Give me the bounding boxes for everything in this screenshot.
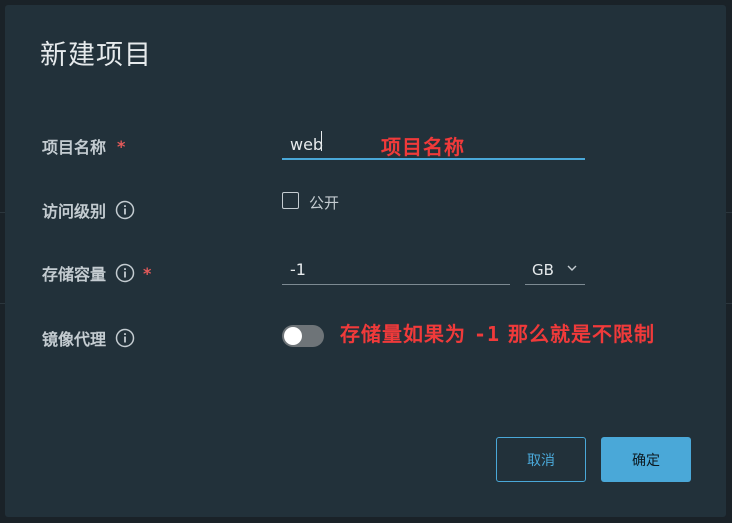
storage-annotation-suffix: 那么就是不限制 bbox=[508, 322, 656, 346]
storage-unit-value: GB bbox=[532, 260, 554, 279]
storage-annotation: 存储量如果为 -1 那么就是不限制 bbox=[340, 318, 655, 347]
required-mark: * bbox=[143, 263, 152, 283]
info-icon[interactable] bbox=[115, 263, 135, 283]
public-checkbox-label[interactable]: 公开 bbox=[309, 192, 339, 213]
access-level-label: 访问级别 bbox=[42, 197, 141, 223]
text-caret bbox=[321, 131, 322, 151]
dialog-title: 新建项目 bbox=[40, 40, 152, 71]
proxy-cache-label: 镜像代理 bbox=[42, 325, 141, 351]
name-annotation: 项目名称 bbox=[381, 135, 465, 159]
proxy-cache-toggle[interactable] bbox=[282, 325, 324, 347]
storage-unit-select[interactable]: GB bbox=[525, 255, 585, 285]
storage-annotation-prefix: 存储量如果为 bbox=[340, 322, 466, 346]
required-mark: * bbox=[117, 136, 126, 156]
access-level-label-text: 访问级别 bbox=[42, 202, 107, 221]
ok-button[interactable]: 确定 bbox=[601, 437, 691, 482]
storage-quota-input[interactable] bbox=[282, 255, 510, 285]
storage-annotation-value: -1 bbox=[473, 322, 501, 346]
project-name-label-text: 项目名称 bbox=[42, 138, 107, 157]
chevron-down-icon bbox=[567, 265, 577, 271]
storage-quota-label-text: 存储容量 bbox=[42, 265, 107, 284]
storage-quota-label: 存储容量 * bbox=[42, 260, 151, 286]
project-name-label: 项目名称 * bbox=[42, 133, 125, 159]
info-icon[interactable] bbox=[115, 328, 135, 348]
proxy-cache-label-text: 镜像代理 bbox=[42, 330, 107, 349]
public-checkbox[interactable] bbox=[282, 192, 299, 209]
cancel-button[interactable]: 取消 bbox=[496, 437, 586, 482]
toggle-knob bbox=[284, 327, 302, 345]
info-icon[interactable] bbox=[115, 200, 135, 220]
